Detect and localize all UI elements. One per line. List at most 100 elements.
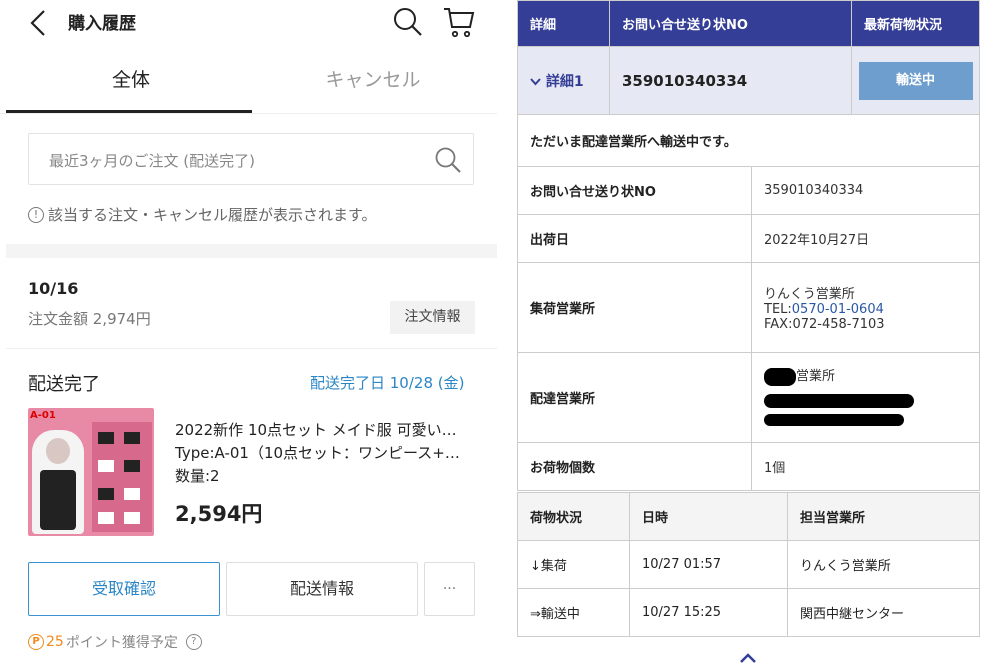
detail-link-label: 詳細1 xyxy=(545,73,584,90)
tel-link[interactable]: 0570-01-0604 xyxy=(792,302,884,317)
tracking-table: 詳細 お問い合せ送り状NO 最新荷物状況 詳細1 359010340334 輸送… xyxy=(517,0,980,491)
tel-prefix: TEL: xyxy=(764,302,792,317)
search-placeholder: 最近3ヶ月のご注文 (配送完了) xyxy=(49,152,256,170)
history-col-office: 担当営業所 xyxy=(787,492,980,541)
chevron-down-icon xyxy=(530,77,541,85)
history-office: りんくう営業所 xyxy=(787,540,980,589)
search-icon[interactable] xyxy=(392,6,424,38)
count-value: 1個 xyxy=(751,442,980,491)
product-item xyxy=(124,432,140,444)
order-info-button[interactable]: 注文情報 xyxy=(390,301,475,334)
status-badge[interactable]: 輸送中 xyxy=(858,61,973,100)
detail-row: 詳細1 359010340334 輸送中 xyxy=(517,46,980,115)
delivery-status: 配送完了 xyxy=(28,374,100,395)
product-item xyxy=(98,512,114,524)
inquiry-label: お問い合せ送り状NO xyxy=(517,166,752,215)
header: 購入履歴 xyxy=(0,0,497,46)
active-tab-indicator xyxy=(6,110,252,113)
table-row: ↓集荷 10/27 01:57 りんくう営業所 xyxy=(517,540,980,589)
status-message: ただいま配達営業所へ輸送中です。 xyxy=(517,114,980,167)
points-info: P 25 ポイント獲得予定 ? xyxy=(28,632,202,652)
cart-icon[interactable] xyxy=(442,5,476,39)
product-item xyxy=(98,432,114,444)
header-latest-status: 最新荷物状況 xyxy=(851,0,980,47)
status-message-row: ただいま配達営業所へ輸送中です。 xyxy=(517,114,980,167)
collect-office-fax: FAX:072-458-7103 xyxy=(764,317,885,332)
more-options-button[interactable]: ··· xyxy=(424,562,475,616)
delivery-date: 配送完了日 10/28 (金) xyxy=(310,374,465,392)
search-input[interactable]: 最近3ヶ月のご注文 (配送完了) xyxy=(28,133,474,185)
points-number: 25 xyxy=(46,634,64,650)
deliver-office-line: 営業所 xyxy=(764,365,979,386)
tab-all[interactable]: 全体 xyxy=(6,46,256,114)
info-row: 集荷営業所 りんくう営業所 TEL:0570-01-0604 FAX:072-4… xyxy=(517,262,980,353)
ship-date-label: 出荷日 xyxy=(517,214,752,263)
chevron-up-icon[interactable] xyxy=(739,652,757,664)
history-office: 関西中継センター xyxy=(787,588,980,637)
info-icon: ! xyxy=(28,206,44,223)
collect-office-tel: TEL:0570-01-0604 xyxy=(764,302,979,317)
history-header: 荷物状況 日時 担当営業所 xyxy=(517,492,980,541)
product-item xyxy=(98,488,114,500)
table-row: ⇒輸送中 10/27 15:25 関西中継センター xyxy=(517,588,980,637)
history-date: 10/27 01:57 xyxy=(629,540,788,589)
header-inquiry-no: お問い合せ送り状NO xyxy=(609,0,852,47)
chevron-left-icon[interactable] xyxy=(26,8,52,38)
history-table: 荷物状況 日時 担当営業所 ↓集荷 10/27 01:57 りんくう営業所 ⇒輸… xyxy=(517,492,980,637)
product-quantity: 数量:2 xyxy=(175,467,220,485)
info-row: お荷物個数 1個 xyxy=(517,442,980,491)
info-row: お問い合せ送り状NO 359010340334 xyxy=(517,166,980,215)
history-status: ↓集荷 xyxy=(517,540,630,589)
tracking-number: 359010340334 xyxy=(609,46,852,115)
search-icon[interactable] xyxy=(433,145,463,175)
product-image-label: A-01 xyxy=(30,410,56,421)
history-col-status: 荷物状況 xyxy=(517,492,630,541)
info-row: 出荷日 2022年10月27日 xyxy=(517,214,980,263)
order-date: 10/16 xyxy=(28,279,79,298)
notice: ! 該当する注文・キャンセル履歴が表示されます。 xyxy=(28,204,377,225)
tracking-panel: 詳細 お問い合せ送り状NO 最新荷物状況 詳細1 359010340334 輸送… xyxy=(517,0,999,666)
product-item xyxy=(124,488,140,500)
collect-office-label: 集荷営業所 xyxy=(517,262,752,353)
page-title: 購入履歴 xyxy=(68,14,136,34)
deliver-office-info: 営業所 xyxy=(751,352,980,443)
history-status: ⇒輸送中 xyxy=(517,588,630,637)
notice-text: 該当する注文・キャンセル履歴が表示されます。 xyxy=(48,206,377,224)
order-amount: 注文金額 2,974円 xyxy=(28,310,151,328)
section-divider xyxy=(6,244,497,258)
ship-date-value: 2022年10月27日 xyxy=(751,214,980,263)
product-price: 2,594円 xyxy=(175,502,263,526)
status-cell: 輸送中 xyxy=(851,46,980,115)
collect-office-info: りんくう営業所 TEL:0570-01-0604 FAX:072-458-710… xyxy=(751,262,980,353)
deliver-office-suffix: 営業所 xyxy=(796,369,836,385)
confirm-receipt-button[interactable]: 受取確認 xyxy=(28,562,220,616)
detail-toggle[interactable]: 詳細1 xyxy=(518,74,584,90)
tab-cancel[interactable]: キャンセル xyxy=(248,46,498,114)
redaction-mark xyxy=(764,393,914,408)
tab-bar: 全体 キャンセル xyxy=(0,46,497,114)
product-image[interactable]: A-01 xyxy=(28,408,154,536)
redaction-mark xyxy=(764,367,796,386)
info-row: 配達営業所 営業所 xyxy=(517,352,980,443)
detail-cell: 詳細1 xyxy=(517,46,610,115)
inquiry-value: 359010340334 xyxy=(751,166,980,215)
shipping-info-button[interactable]: 配送情報 xyxy=(226,562,418,616)
help-icon[interactable]: ? xyxy=(185,634,202,650)
count-label: お荷物個数 xyxy=(517,442,752,491)
header-detail: 詳細 xyxy=(517,0,610,47)
redaction-mark xyxy=(764,413,904,426)
product-item xyxy=(124,512,140,524)
history-date: 10/27 15:25 xyxy=(629,588,788,637)
product-item xyxy=(98,460,114,472)
deliver-office-label: 配達営業所 xyxy=(517,352,752,443)
history-col-date: 日時 xyxy=(629,492,788,541)
purchase-history-panel: 購入履歴 全体 キャンセル 最近3ヶ月のご注文 (配送完了) ! 該当する注文・… xyxy=(0,0,497,666)
points-text: ポイント獲得予定 xyxy=(65,635,178,651)
table-header: 詳細 お問い合せ送り状NO 最新荷物状況 xyxy=(517,0,980,47)
points-icon: P xyxy=(28,634,44,650)
product-type: Type:A-01（10点セット：ワンピース+… xyxy=(175,444,460,462)
product-figure xyxy=(32,430,84,534)
product-item xyxy=(124,460,140,472)
collect-office-name: りんくう営業所 xyxy=(764,287,855,302)
product-title[interactable]: 2022新作 10点セット メイド服 可愛い… xyxy=(175,419,475,440)
